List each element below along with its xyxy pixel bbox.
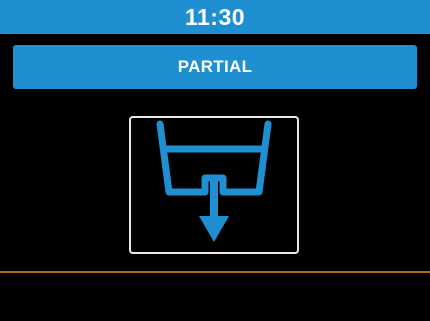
mode-label: PARTIAL xyxy=(177,57,253,76)
partial-drain-icon xyxy=(156,120,272,242)
icon-frame[interactable] xyxy=(129,116,299,254)
clock-time: 11:30 xyxy=(184,3,246,30)
divider xyxy=(0,271,430,273)
mode-button[interactable]: PARTIAL xyxy=(13,45,417,89)
status-bar: 11:30 xyxy=(0,0,430,34)
